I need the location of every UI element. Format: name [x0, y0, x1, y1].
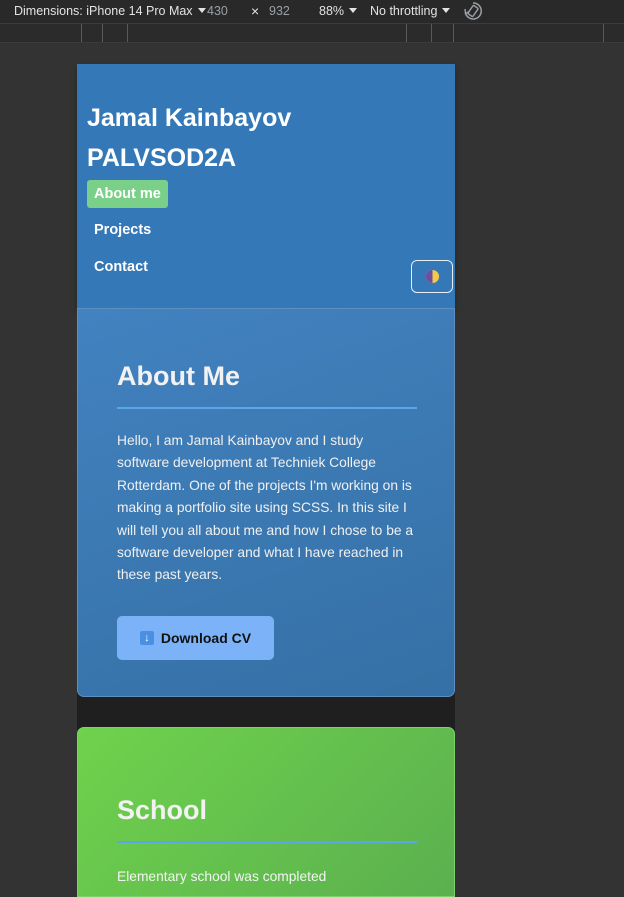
nav-item-contact[interactable]: Contact — [87, 253, 155, 281]
about-section: About Me Hello, I am Jamal Kainbayov and… — [77, 308, 455, 697]
zoom-label: 88% — [319, 4, 345, 18]
chevron-down-icon — [349, 8, 358, 13]
ruler-tick — [102, 24, 103, 42]
times-sign: × — [251, 3, 260, 19]
device-label: Dimensions: iPhone 14 Pro Max — [14, 4, 193, 18]
ruler-tick — [453, 24, 454, 42]
ruler-tick — [603, 24, 604, 42]
school-text: Elementary school was completed — [117, 869, 327, 884]
ruler-tick — [127, 24, 128, 42]
site-title-class: PALVSOD2A — [87, 144, 237, 172]
site-header: Jamal Kainbayov PALVSOD2A About me Proje… — [77, 64, 455, 308]
download-cv-label: Download CV — [160, 630, 252, 646]
about-title: About Me — [117, 361, 240, 391]
nav-item-about-me[interactable]: About me — [87, 180, 168, 208]
school-divider — [117, 841, 417, 843]
width-input[interactable]: 430 — [207, 4, 228, 18]
about-divider — [117, 407, 417, 409]
ruler-tick — [81, 24, 82, 42]
throttling-dropdown[interactable]: No throttling — [370, 4, 451, 18]
throttling-label: No throttling — [370, 4, 438, 18]
theme-toggle-button[interactable] — [411, 260, 453, 293]
height-input[interactable]: 932 — [269, 4, 290, 18]
media-query-ruler — [0, 24, 624, 43]
school-title: School — [117, 795, 208, 825]
site-title-name: Jamal Kainbayov — [87, 104, 292, 132]
half-moon-icon — [425, 269, 439, 284]
download-cv-button[interactable]: ↓ Download CV — [117, 616, 274, 660]
about-text: Hello, I am Jamal Kainbayov and I study … — [117, 433, 414, 583]
ruler-tick — [431, 24, 432, 42]
chevron-down-icon — [442, 8, 451, 13]
rotate-icon[interactable] — [463, 1, 483, 21]
devtools-device-toolbar: Dimensions: iPhone 14 Pro Max 430 × 932 … — [0, 0, 624, 24]
zoom-dropdown[interactable]: 88% — [319, 4, 358, 18]
site-title: Jamal Kainbayov PALVSOD2A — [87, 98, 291, 178]
school-section: School Elementary school was completed — [77, 727, 455, 897]
device-dimensions-dropdown[interactable]: Dimensions: iPhone 14 Pro Max — [14, 4, 206, 18]
nav-item-projects[interactable]: Projects — [87, 216, 158, 244]
ruler-tick — [406, 24, 407, 42]
chevron-down-icon — [197, 8, 206, 13]
download-icon: ↓ — [139, 631, 154, 645]
